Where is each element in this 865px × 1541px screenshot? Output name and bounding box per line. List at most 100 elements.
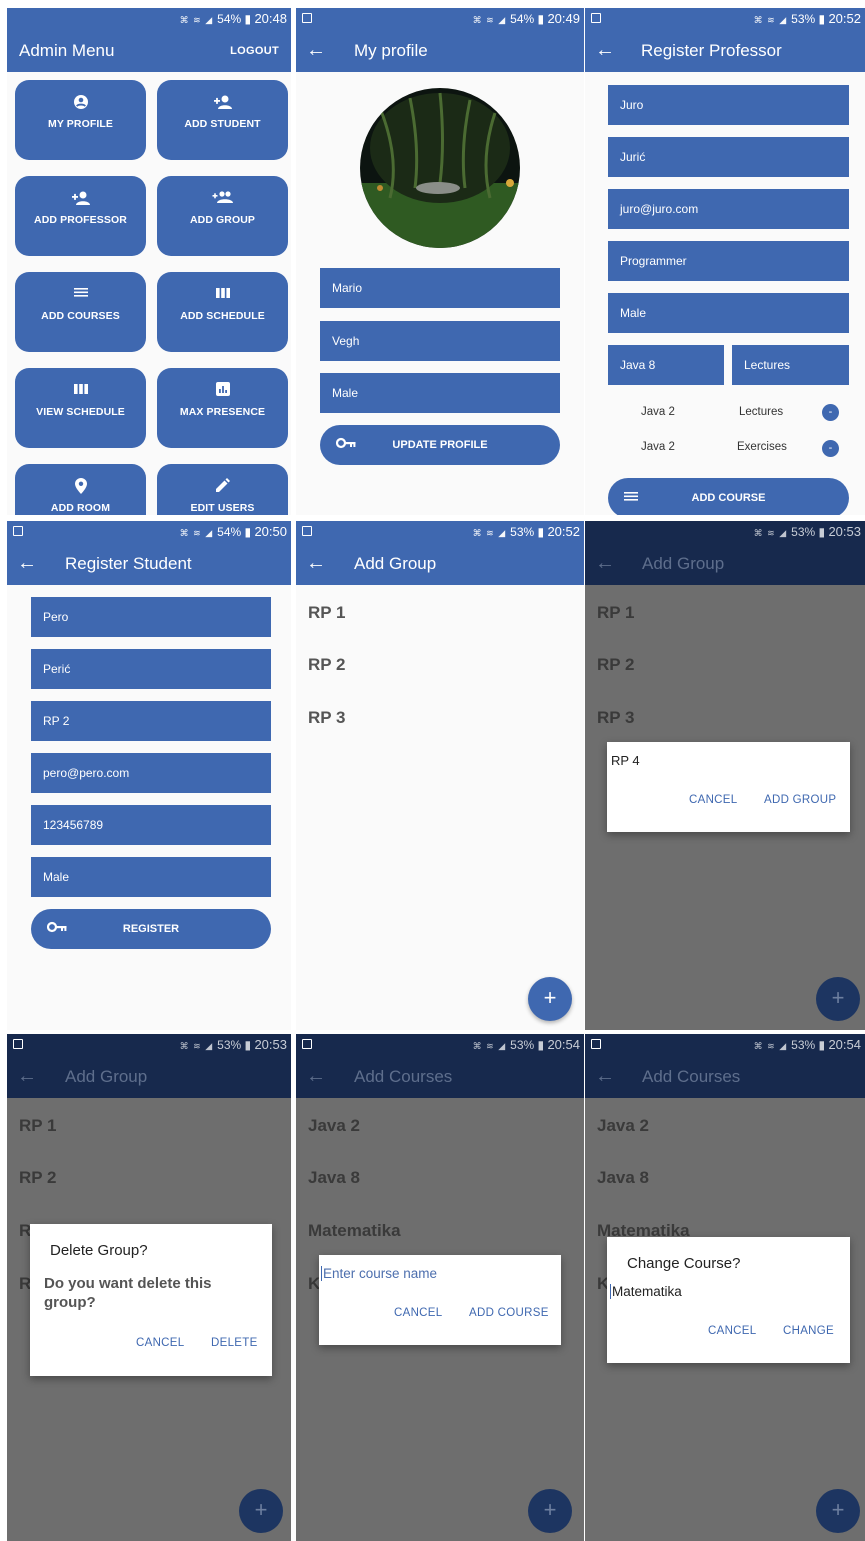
- gender-field[interactable]: Male: [31, 857, 271, 897]
- page-title: Add Courses: [642, 1067, 741, 1086]
- course-name: Java 2: [641, 441, 675, 453]
- back-arrow-icon[interactable]: ←: [306, 38, 326, 62]
- max-presence-tile[interactable]: MAX PRESENCE: [157, 368, 288, 448]
- group-add-icon: [157, 190, 288, 209]
- dialog-title: Delete Group?: [50, 1242, 148, 1259]
- person-add-icon: [15, 190, 146, 211]
- change-button[interactable]: CHANGE: [783, 1325, 834, 1337]
- add-student-tile[interactable]: ADD STUDENT: [157, 80, 288, 160]
- register-student-screen: ⌘ ≋ ◢ 54% ▮ 20:50 ← Register Student Pero…: [7, 521, 291, 1030]
- group-name-input[interactable]: RP 4: [611, 753, 640, 768]
- cancel-button[interactable]: CANCEL: [689, 794, 737, 806]
- tile-label: ADD SCHEDULE: [180, 310, 265, 322]
- cancel-button[interactable]: CANCEL: [708, 1325, 756, 1337]
- pencil-icon: [157, 478, 288, 497]
- logout-button[interactable]: LOGOUT: [230, 45, 279, 57]
- tile-label: ADD PROFESSOR: [34, 214, 127, 226]
- last-name-field[interactable]: Perić: [31, 649, 271, 689]
- page-title: Register Student: [65, 554, 192, 573]
- title-field[interactable]: Programmer: [608, 241, 849, 281]
- back-arrow-icon: ←: [17, 1065, 37, 1087]
- first-name-field[interactable]: Pero: [31, 597, 271, 637]
- email-field[interactable]: pero@pero.com: [31, 753, 271, 793]
- course-item: Java 2: [597, 1116, 649, 1135]
- course-item: Java 8: [597, 1168, 649, 1187]
- group-item: RP 1: [597, 603, 635, 622]
- back-arrow-icon: ←: [306, 1065, 326, 1087]
- delete-button[interactable]: DELETE: [211, 1337, 258, 1349]
- app-bar: ← Add Group: [296, 543, 584, 585]
- gender-field[interactable]: Male: [608, 293, 849, 333]
- course-type: Exercises: [737, 441, 787, 453]
- my-profile-screen: ⌘ ≋ ◢ 54% ▮ 20:49 ← My profile Mario Vegh…: [296, 8, 584, 515]
- last-name-field[interactable]: Vegh: [320, 321, 560, 361]
- id-number-field[interactable]: 123456789: [31, 805, 271, 845]
- status-indicators: ⌘ ≋ ◢ 53% ▮ 20:54: [753, 1037, 861, 1052]
- status-bar: ⌘ ≋ ◢ 53% ▮ 20:54: [585, 1034, 865, 1056]
- status-bar: ⌘ ≋ ◢ 53% ▮ 20:52: [585, 8, 865, 30]
- group-field[interactable]: RP 2: [31, 701, 271, 741]
- edit-users-tile[interactable]: EDIT USERS: [157, 464, 288, 515]
- my-profile-tile[interactable]: MY PROFILE: [15, 80, 146, 160]
- course-name-input[interactable]: Matematika: [610, 1284, 682, 1299]
- status-indicators: ⌘ ≋ ◢ 54% ▮ 20:48: [179, 11, 287, 26]
- list-icon: [15, 286, 146, 304]
- course-name: Java 2: [641, 406, 675, 418]
- back-arrow-icon: ←: [595, 552, 615, 574]
- course-item: Matematika: [308, 1221, 401, 1240]
- group-item[interactable]: RP 2: [308, 655, 346, 675]
- remove-course-button[interactable]: -: [822, 404, 839, 421]
- add-fab-button: +: [816, 977, 860, 1021]
- page-title: Register Professor: [641, 41, 782, 60]
- add-group-button[interactable]: ADD GROUP: [764, 794, 836, 806]
- group-item[interactable]: RP 1: [308, 603, 346, 623]
- cancel-button[interactable]: CANCEL: [394, 1307, 442, 1319]
- add-course-button[interactable]: ADD COURSE: [608, 478, 849, 515]
- course-name-input[interactable]: Enter course name: [321, 1266, 437, 1281]
- admin-menu-screen: ⌘ ≋ ◢ 54% ▮ 20:48 Admin Menu LOGOUT MY PR…: [7, 8, 291, 515]
- tile-label: EDIT USERS: [190, 502, 255, 514]
- register-button[interactable]: REGISTER: [31, 909, 271, 949]
- remove-course-button[interactable]: -: [822, 440, 839, 457]
- add-schedule-tile[interactable]: ADD SCHEDULE: [157, 272, 288, 352]
- back-arrow-icon[interactable]: ←: [595, 38, 615, 62]
- type-select[interactable]: Lectures: [732, 345, 849, 385]
- back-arrow-icon: ←: [595, 1065, 615, 1087]
- first-name-field[interactable]: Juro: [608, 85, 849, 125]
- add-room-tile[interactable]: ADD ROOM: [15, 464, 146, 515]
- first-name-field[interactable]: Mario: [320, 268, 560, 308]
- view-schedule-tile[interactable]: VIEW SCHEDULE: [15, 368, 146, 448]
- location-pin-icon: [15, 478, 146, 499]
- email-field[interactable]: juro@juro.com: [608, 189, 849, 229]
- button-label: UPDATE PROFILE: [392, 439, 488, 451]
- back-arrow-icon[interactable]: ←: [17, 551, 37, 575]
- add-fab-button: +: [528, 1489, 572, 1533]
- app-bar: ← My profile: [296, 30, 584, 72]
- status-indicators: ⌘ ≋ ◢ 54% ▮ 20:50: [179, 524, 287, 539]
- screenshot-icon: [591, 13, 601, 23]
- status-bar: ⌘ ≋ ◢ 54% ▮ 20:49: [296, 8, 584, 30]
- add-group-tile[interactable]: ADD GROUP: [157, 176, 288, 256]
- update-profile-button[interactable]: UPDATE PROFILE: [320, 425, 560, 465]
- cancel-button[interactable]: CANCEL: [136, 1337, 184, 1349]
- last-name-field[interactable]: Jurić: [608, 137, 849, 177]
- tile-label: ADD COURSES: [41, 310, 120, 322]
- add-fab-button[interactable]: +: [528, 977, 572, 1021]
- add-course-button[interactable]: ADD COURSE: [469, 1307, 549, 1319]
- app-bar: ← Register Student: [7, 543, 291, 585]
- back-arrow-icon[interactable]: ←: [306, 551, 326, 575]
- change-course-dialog: Change Course? Matematika CANCEL CHANGE: [607, 1237, 850, 1363]
- group-item[interactable]: RP 3: [308, 708, 346, 728]
- group-item: RP 2: [19, 1168, 57, 1187]
- add-group-screen: ⌘ ≋ ◢ 53% ▮ 20:52 ← Add Group RP 1 RP 2 R…: [296, 521, 584, 1030]
- profile-photo[interactable]: [360, 88, 520, 248]
- account-circle-icon: [15, 94, 146, 115]
- page-title: My profile: [354, 41, 428, 60]
- add-courses-tile[interactable]: ADD COURSES: [15, 272, 146, 352]
- status-indicators: ⌘ ≋ ◢ 53% ▮ 20:52: [753, 11, 861, 26]
- app-bar: ← Register Professor: [585, 30, 865, 72]
- gender-field[interactable]: Male: [320, 373, 560, 413]
- add-course-dialog-screen: ⌘ ≋ ◢ 53% ▮ 20:54 ← Add Courses Java 2 Ja…: [296, 1034, 584, 1541]
- add-professor-tile[interactable]: ADD PROFESSOR: [15, 176, 146, 256]
- course-select[interactable]: Java 8: [608, 345, 724, 385]
